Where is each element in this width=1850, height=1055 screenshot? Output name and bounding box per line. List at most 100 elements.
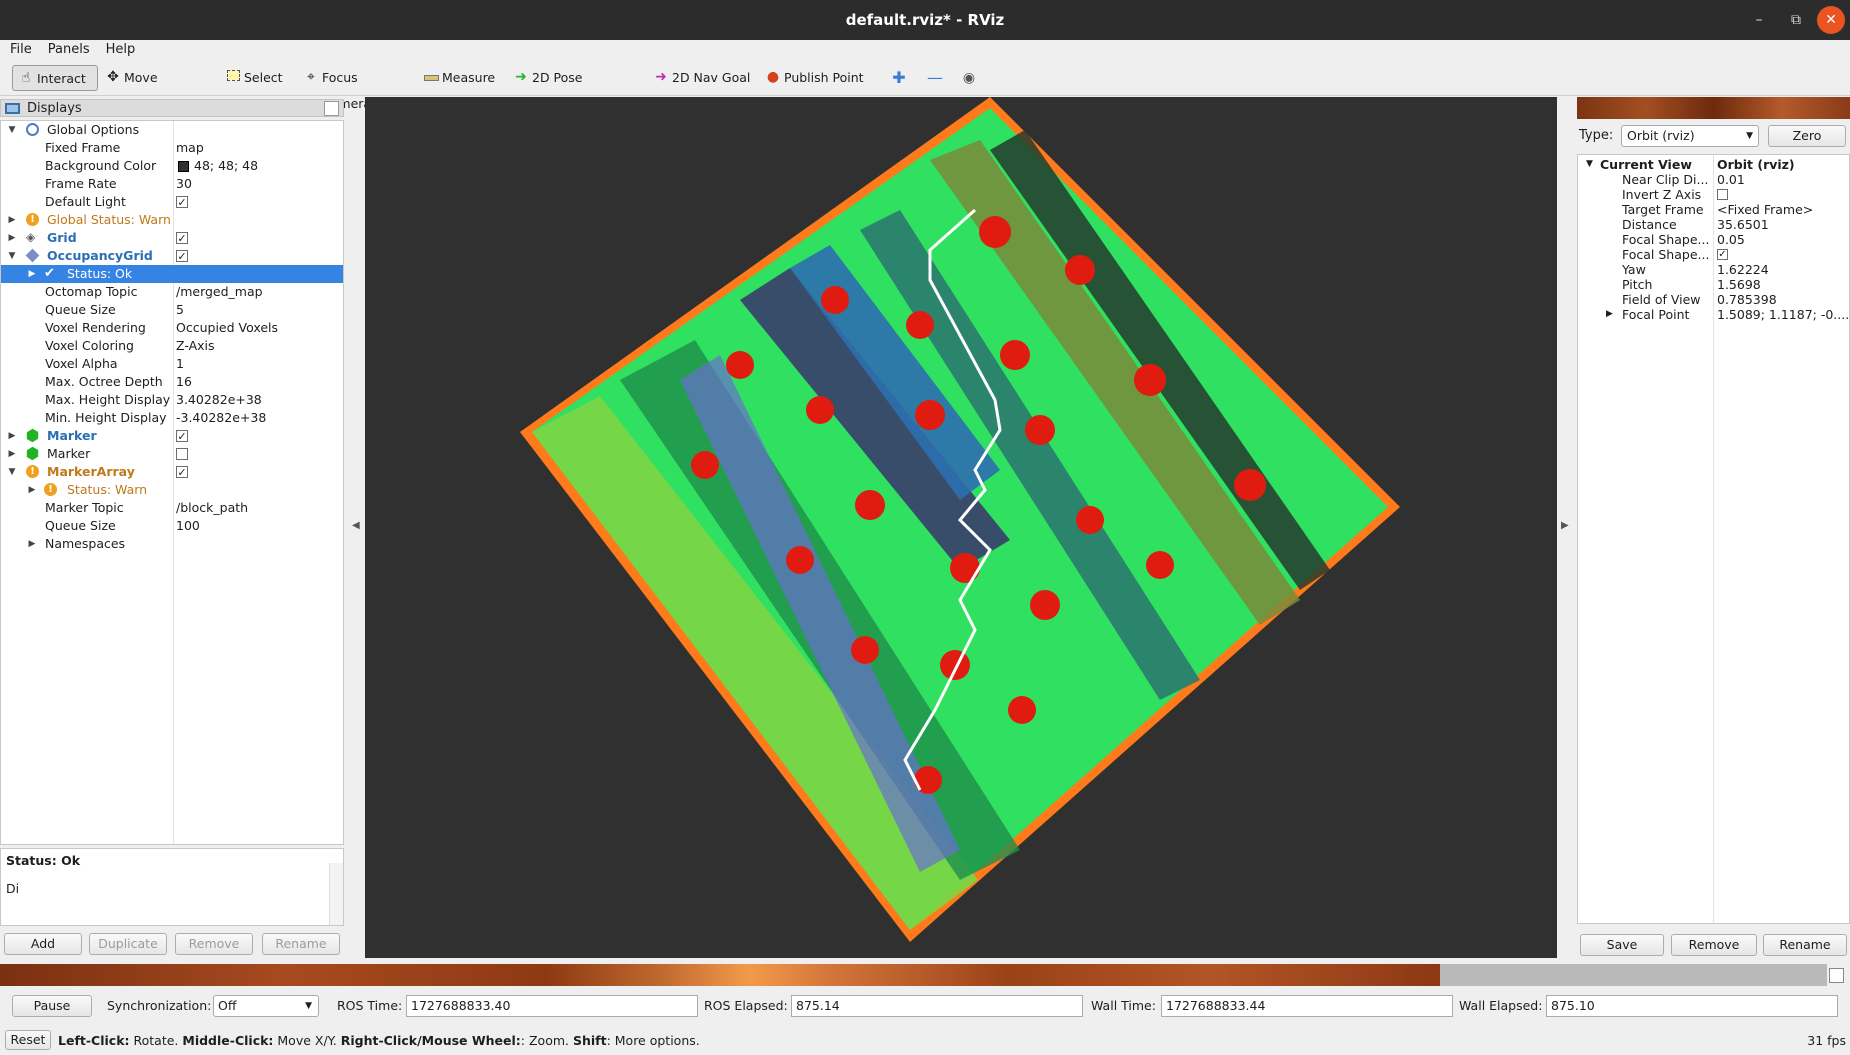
menu-panels[interactable]: Panels (42, 40, 96, 60)
menu-help[interactable]: Help (100, 40, 142, 60)
tree-row-min-height[interactable]: Min. Height Display -3.40282e+38 (1, 409, 343, 427)
pause-button[interactable]: Pause (12, 995, 92, 1017)
view-row-focal-point[interactable]: ▶ Focal Point 1.5089; 1.1187; -0.... (1578, 307, 1849, 322)
tree-row-frame-rate[interactable]: Frame Rate 30 (1, 175, 343, 193)
focus-camera-tool[interactable]: ⌖ Focus Camera (298, 65, 404, 111)
view-row-field-of-view[interactable]: Field of View 0.785398 (1578, 292, 1849, 307)
tree-row-marker-array[interactable]: ▼ ! MarkerArray ✓ (1, 463, 343, 481)
collapse-right-icon[interactable]: ▶ (1561, 520, 1569, 531)
remove-tool-icon[interactable]: — (924, 65, 946, 91)
maximize-button[interactable]: ⧉ (1782, 6, 1810, 34)
invert-z-checkbox[interactable] (1717, 189, 1728, 200)
add-tool-icon[interactable]: ✚ (888, 65, 910, 91)
view-row-distance[interactable]: Distance 35.6501 (1578, 217, 1849, 232)
tree-row-voxel-alpha[interactable]: Voxel Alpha 1 (1, 355, 343, 373)
marker-1-checkbox[interactable]: ✓ (176, 430, 188, 442)
reset-button[interactable]: Reset (5, 1030, 51, 1050)
wall-time-field[interactable]: 1727688833.44 (1161, 995, 1453, 1017)
expand-right-icon[interactable]: ▶ (7, 427, 17, 445)
view-row-near-clip[interactable]: Near Clip Di... 0.01 (1578, 172, 1849, 187)
tree-row-occupancy-grid[interactable]: ▼ OccupancyGrid ✓ (1, 247, 343, 265)
panel-header-gap (1440, 964, 1827, 986)
occupancy-grid-checkbox[interactable]: ✓ (176, 250, 188, 262)
tree-row-voxel-coloring[interactable]: Voxel Coloring Z-Axis (1, 337, 343, 355)
tree-row-marker-1[interactable]: ▶ Marker ✓ (1, 427, 343, 445)
ros-elapsed-field[interactable]: 875.14 (791, 995, 1083, 1017)
tree-row-default-light[interactable]: Default Light ✓ (1, 193, 343, 211)
measure-tool[interactable]: Measure (418, 65, 496, 91)
menu-file[interactable]: File (4, 40, 38, 60)
zero-button[interactable]: Zero (1768, 125, 1846, 147)
view-type-select[interactable]: Orbit (rviz) ▼ (1621, 125, 1759, 147)
tree-row-marker-topic[interactable]: Marker Topic /block_path (1, 499, 343, 517)
tree-row-marker-2[interactable]: ▶ Marker (1, 445, 343, 463)
remove-view-button[interactable]: Remove (1671, 934, 1757, 956)
interact-tool[interactable]: ☝ Interact (12, 65, 98, 91)
rename-view-button[interactable]: Rename (1763, 934, 1847, 956)
tree-row-max-octree-depth[interactable]: Max. Octree Depth 16 (1, 373, 343, 391)
nav-goal-tool[interactable]: ➜ 2D Nav Goal (648, 65, 752, 91)
eye-icon[interactable]: ◉ (958, 65, 980, 91)
collapse-left-icon[interactable]: ◀ (352, 520, 360, 531)
expand-right-icon[interactable]: ▶ (1606, 307, 1613, 322)
move-camera-tool[interactable]: ✥Move Camera (100, 65, 210, 111)
undock-button[interactable] (324, 101, 339, 116)
view-row-yaw[interactable]: Yaw 1.62224 (1578, 262, 1849, 277)
remove-display-button[interactable]: Remove (175, 933, 253, 955)
view-row-focal-shape-fixed[interactable]: Focal Shape... ✓ (1578, 247, 1849, 262)
default-light-checkbox[interactable]: ✓ (176, 196, 188, 208)
render-viewport[interactable] (365, 97, 1557, 958)
wall-elapsed-field[interactable]: 875.10 (1546, 995, 1838, 1017)
tree-row-background-color[interactable]: Background Color 48; 48; 48 (1, 157, 343, 175)
tree-row-queue-size-2[interactable]: Queue Size 100 (1, 517, 343, 535)
view-row-pitch[interactable]: Pitch 1.5698 (1578, 277, 1849, 292)
focal-shape-fixed-checkbox[interactable]: ✓ (1717, 249, 1728, 260)
expand-right-icon[interactable]: ▶ (7, 445, 17, 463)
expand-down-icon[interactable]: ▼ (7, 247, 17, 265)
marker-2-checkbox[interactable] (176, 448, 188, 460)
marker-array-checkbox[interactable]: ✓ (176, 466, 188, 478)
pose-estimate-tool[interactable]: ➜2D Pose Estimate (508, 65, 632, 111)
ros-time-field[interactable]: 1727688833.40 (406, 995, 698, 1017)
warning-icon: ! (26, 465, 39, 478)
view-row-target-frame[interactable]: Target Frame <Fixed Frame> (1578, 202, 1849, 217)
tree-row-max-height[interactable]: Max. Height Display 3.40282e+38 (1, 391, 343, 409)
expand-right-icon[interactable]: ▶ (27, 535, 37, 553)
views-panel: Type: Orbit (rviz) ▼ Zero ▼ Current View… (1577, 97, 1850, 959)
tree-row-octomap-topic[interactable]: Octomap Topic /merged_map (1, 283, 343, 301)
ros-elapsed-label: ROS Elapsed: (704, 998, 788, 1013)
minimize-button[interactable]: – (1745, 6, 1773, 34)
expand-right-icon[interactable]: ▶ (27, 265, 37, 283)
tree-row-global-options[interactable]: ▼ Global Options (1, 121, 343, 139)
scrollbar[interactable] (329, 863, 343, 925)
publish-point-tool[interactable]: ● Publish Point (760, 65, 870, 91)
view-row-invert-z[interactable]: Invert Z Axis (1578, 187, 1849, 202)
view-row-current-view[interactable]: ▼ Current View Orbit (rviz) (1578, 157, 1849, 172)
grid-checkbox[interactable]: ✓ (176, 232, 188, 244)
duplicate-display-button[interactable]: Duplicate (89, 933, 167, 955)
tree-row-queue-size[interactable]: Queue Size 5 (1, 301, 343, 319)
tree-row-status-ok[interactable]: ▶ ✔ Status: Ok (1, 265, 343, 283)
tree-row-status-warn[interactable]: ▶ ! Status: Warn (1, 481, 343, 499)
status-description-box: Status: Ok Di (0, 848, 344, 926)
add-display-button[interactable]: Add (4, 933, 82, 955)
expand-down-icon[interactable]: ▼ (7, 463, 17, 481)
select-tool[interactable]: Select (220, 65, 290, 91)
expand-right-icon[interactable]: ▶ (7, 229, 17, 247)
save-view-button[interactable]: Save (1580, 934, 1664, 956)
expand-down-icon[interactable]: ▼ (1586, 157, 1593, 172)
expand-down-icon[interactable]: ▼ (7, 121, 17, 139)
sync-select[interactable]: Off ▼ (213, 995, 319, 1017)
displays-panel: Displays ▼ Global Options Fixed Frame ma… (0, 99, 344, 926)
tree-row-global-status[interactable]: ▶ ! Global Status: Warn (1, 211, 343, 229)
expand-right-icon[interactable]: ▶ (7, 211, 17, 229)
undock-button[interactable] (1829, 968, 1844, 983)
view-row-focal-shape-size[interactable]: Focal Shape... 0.05 (1578, 232, 1849, 247)
tree-row-namespaces[interactable]: ▶ Namespaces (1, 535, 343, 553)
close-button[interactable]: ✕ (1817, 6, 1845, 34)
expand-right-icon[interactable]: ▶ (27, 481, 37, 499)
tree-row-voxel-rendering[interactable]: Voxel Rendering Occupied Voxels (1, 319, 343, 337)
tree-row-fixed-frame[interactable]: Fixed Frame map (1, 139, 343, 157)
rename-display-button[interactable]: Rename (262, 933, 340, 955)
tree-row-grid[interactable]: ▶ ◈ Grid ✓ (1, 229, 343, 247)
